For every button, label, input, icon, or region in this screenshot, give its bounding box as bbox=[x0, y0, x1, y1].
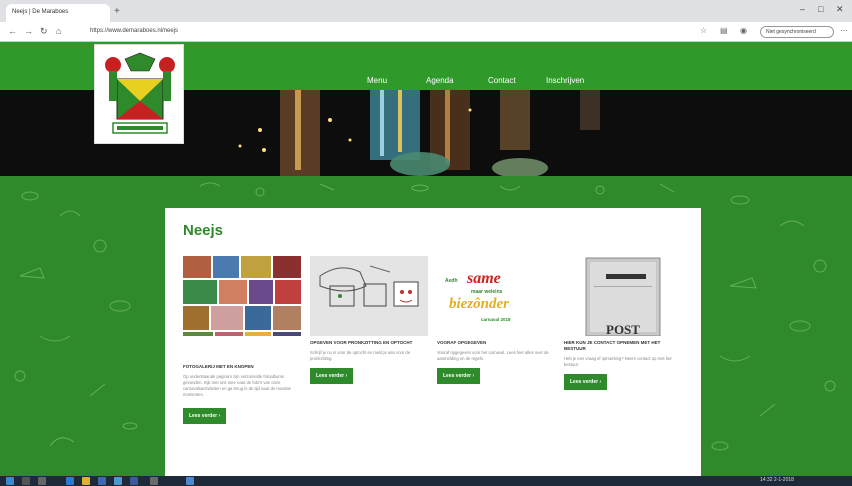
read-more-button[interactable]: Lees verder › bbox=[564, 374, 608, 390]
explorer-icon[interactable] bbox=[82, 477, 90, 485]
slogan-big: same bbox=[467, 270, 501, 287]
news-item-text: Op onderstaande pagina's zijn verzamelde… bbox=[183, 374, 292, 397]
photo-collage-image[interactable] bbox=[183, 256, 301, 336]
read-more-button[interactable]: Lees verder › bbox=[437, 368, 481, 384]
home-icon[interactable]: ⌂ bbox=[56, 26, 61, 36]
news-item-title: Opgeven voor pronkzitting en optocht bbox=[310, 340, 413, 345]
news-item: Fotogalerij met en knopen Op onderstaand… bbox=[183, 256, 301, 424]
address-bar: ← → ↻ ⌂ https://www.demaraboes.nl/neejs … bbox=[0, 22, 852, 42]
slogan-line3: carnaval 2018 bbox=[481, 317, 511, 322]
more-icon[interactable]: ⋯ bbox=[840, 26, 848, 35]
news-item-title: Hier kun je contact opnemen met het best… bbox=[564, 340, 661, 351]
url-input[interactable]: https://www.demaraboes.nl/neejs bbox=[90, 26, 690, 38]
edge-icon[interactable] bbox=[66, 477, 74, 485]
news-item: Aedh same maar weleins biezônder carnava… bbox=[437, 256, 555, 384]
page-title: Neejs bbox=[183, 222, 224, 239]
drawing-image[interactable] bbox=[310, 256, 428, 336]
minimize-icon[interactable]: – bbox=[800, 4, 805, 14]
taskview-icon[interactable] bbox=[38, 477, 46, 485]
slogan-small: Aedh bbox=[445, 278, 458, 284]
app-icon[interactable] bbox=[186, 477, 194, 485]
logo-crest-icon bbox=[105, 52, 175, 134]
news-item-text: Vooraf opgegeven voor het carnaval. Lees… bbox=[437, 350, 549, 361]
slogan-image[interactable]: Aedh same maar weleins biezônder carnava… bbox=[437, 256, 555, 336]
news-item-title: Fotogalerij met en knopen bbox=[183, 364, 254, 369]
menu-item-agenda[interactable]: Agenda bbox=[426, 76, 454, 85]
os-taskbar: 14:32 2-1-2018 bbox=[0, 476, 852, 486]
app-icon[interactable] bbox=[150, 477, 158, 485]
read-more-button[interactable]: Lees verder › bbox=[183, 408, 227, 424]
system-clock[interactable]: 14:32 2-1-2018 bbox=[760, 477, 794, 483]
browser-tabbar: Neejs | De Maraboes + – □ ✕ bbox=[0, 0, 852, 22]
news-item: POST Hier kun je contact opnemen met het… bbox=[564, 256, 682, 390]
tab-title: Neejs | De Maraboes bbox=[12, 9, 69, 15]
signin-button[interactable]: Niet gesynchroniseerd bbox=[760, 26, 834, 38]
collections-icon[interactable]: ▤ bbox=[720, 26, 728, 35]
read-more-button[interactable]: Lees verder › bbox=[310, 368, 354, 384]
back-icon[interactable]: ← bbox=[8, 26, 17, 36]
browser-tab[interactable]: Neejs | De Maraboes bbox=[6, 4, 110, 22]
slogan-line2: maar weleins bbox=[471, 289, 503, 295]
search-icon[interactable] bbox=[22, 477, 30, 485]
app-icon[interactable] bbox=[98, 477, 106, 485]
favorite-icon[interactable]: ☆ bbox=[700, 26, 707, 35]
maximize-icon[interactable]: □ bbox=[818, 4, 823, 14]
app-icon[interactable] bbox=[130, 477, 138, 485]
new-tab-icon[interactable]: + bbox=[114, 6, 120, 17]
menu-item-inschrijven[interactable]: Inschrijven bbox=[546, 76, 584, 85]
start-icon[interactable] bbox=[6, 477, 14, 485]
news-item-text: Schrijf je nu in voor de optocht en meld… bbox=[310, 350, 411, 361]
content-card: Neejs FOTOGALERIJ MET EN KNOPEN Op onder… bbox=[165, 208, 701, 478]
site-logo[interactable] bbox=[94, 44, 184, 144]
forward-icon[interactable]: → bbox=[24, 26, 33, 36]
app-icon[interactable] bbox=[114, 477, 122, 485]
profile-icon[interactable]: ◉ bbox=[740, 26, 747, 35]
slogan-big2: biezônder bbox=[449, 296, 509, 312]
news-item: Opgeven voor pronkzitting en optocht Sch… bbox=[310, 256, 428, 384]
menu-item-contact[interactable]: Contact bbox=[488, 76, 516, 85]
news-item-title: Vooraf opgegeven bbox=[437, 340, 487, 345]
sketch-icon bbox=[310, 256, 428, 336]
post-label: POST bbox=[606, 322, 640, 336]
menu-item-menu[interactable]: Menu bbox=[367, 76, 387, 85]
mailbox-image[interactable]: POST bbox=[564, 256, 682, 336]
refresh-icon[interactable]: ↻ bbox=[40, 26, 48, 37]
collage-icon bbox=[183, 256, 301, 336]
news-item-text: Heb je een vraag of opmerking? Neem cont… bbox=[564, 356, 672, 367]
close-icon[interactable]: ✕ bbox=[836, 4, 844, 15]
